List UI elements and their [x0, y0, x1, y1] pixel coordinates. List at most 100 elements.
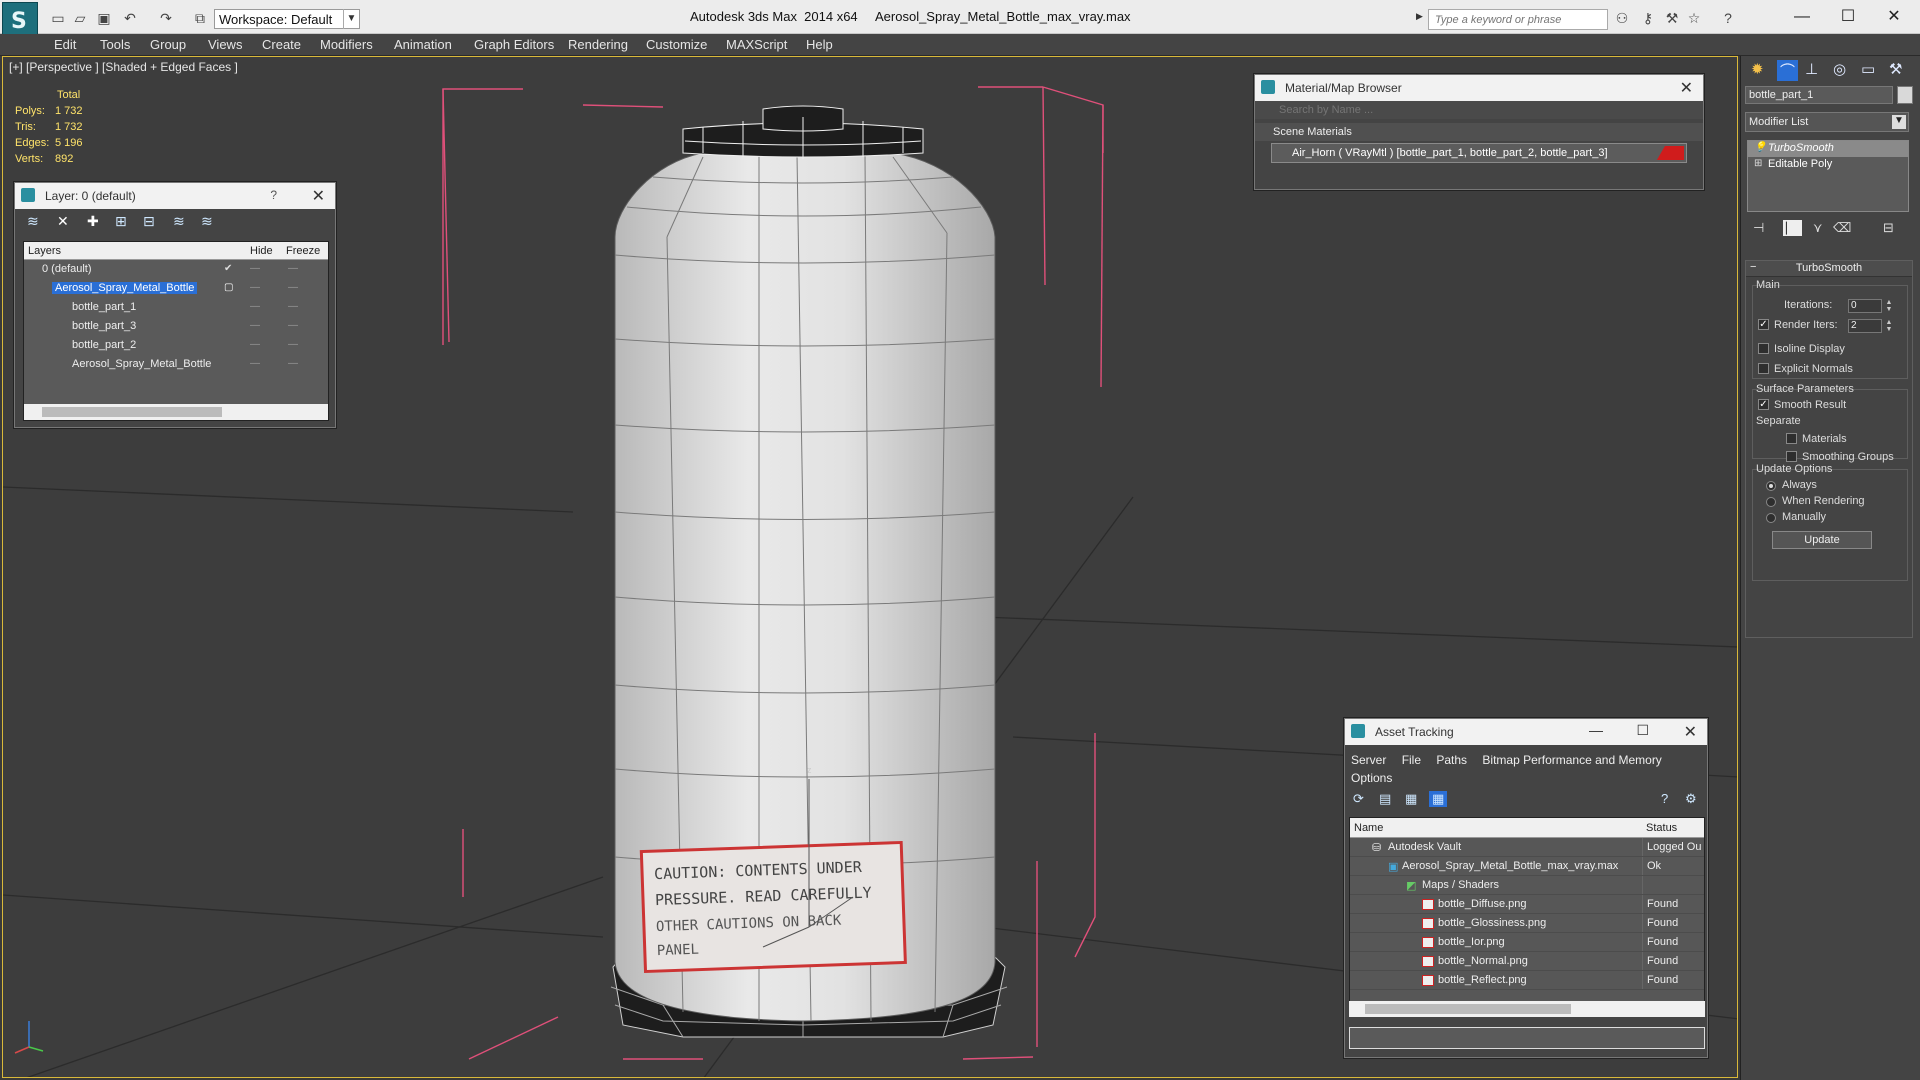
asset-row[interactable]: ◩ Maps / Shaders: [1350, 876, 1704, 895]
menu-create[interactable]: Create: [262, 37, 301, 52]
menu-bitmap-performance[interactable]: Bitmap Performance and Memory: [1482, 753, 1661, 767]
modifier-list-dropdown[interactable]: Modifier List ▼: [1745, 112, 1909, 132]
freeze-toggle[interactable]: —: [288, 263, 298, 274]
keyword-search-input[interactable]: [1428, 9, 1608, 30]
hide-toggle[interactable]: —: [250, 263, 260, 274]
redo-icon[interactable]: ↷: [158, 10, 174, 26]
show-end-result-icon[interactable]: ⎸: [1783, 220, 1803, 236]
menu-animation[interactable]: Animation: [394, 37, 452, 52]
hide-toggle[interactable]: —: [250, 339, 260, 350]
menu-maxscript[interactable]: MAXScript: [726, 37, 787, 52]
layer-manager-panel[interactable]: Layer: 0 (default) ? ✕ ≋ ✕ ✚ ⊞ ⊟ ≋ ≋ Lay…: [14, 182, 336, 428]
update-button[interactable]: Update: [1772, 531, 1872, 549]
list-view-icon[interactable]: ▤: [1379, 791, 1391, 807]
close-icon[interactable]: ✕: [1680, 78, 1693, 98]
thumbnail-view-icon[interactable]: ▦: [1405, 791, 1417, 807]
undo-icon[interactable]: ↶: [122, 10, 138, 26]
refresh-icon[interactable]: ⟳: [1353, 791, 1364, 807]
asset-row[interactable]: ⛁ Autodesk Vault Logged Ou: [1350, 838, 1704, 857]
help-icon[interactable]: ?: [270, 188, 277, 202]
iterations-spinner[interactable]: 0: [1848, 299, 1882, 313]
display-tab-icon[interactable]: ▭: [1861, 60, 1875, 78]
freeze-toggle[interactable]: —: [288, 282, 298, 293]
hierarchy-tab-icon[interactable]: ⊥: [1805, 60, 1818, 78]
save-icon[interactable]: ▣: [96, 10, 112, 26]
asset-tracking-titlebar[interactable]: Asset Tracking — ☐ ✕: [1345, 719, 1707, 745]
stack-item-turbosmooth[interactable]: 💡 TurboSmooth: [1748, 141, 1908, 157]
help-icon[interactable]: ?: [1661, 791, 1668, 806]
minimize-button[interactable]: —: [1589, 722, 1603, 738]
binoculars-icon[interactable]: ⚇: [1614, 10, 1630, 26]
subscription-icon[interactable]: ⚒: [1664, 10, 1680, 26]
lightbulb-icon[interactable]: 💡: [1754, 142, 1766, 153]
menu-edit[interactable]: Edit: [54, 37, 76, 52]
material-item[interactable]: Air_Horn ( VRayMtl ) [bottle_part_1, bot…: [1271, 143, 1687, 163]
asset-row[interactable]: bottle_Glossiness.png Found: [1350, 914, 1704, 933]
layer-row[interactable]: 0 (default) ✔ — —: [24, 260, 328, 279]
render-iters-spinner[interactable]: 2: [1848, 319, 1882, 333]
menu-server[interactable]: Server: [1351, 753, 1386, 767]
project-folder-icon[interactable]: ⧉: [192, 10, 208, 26]
explicit-normals-checkbox[interactable]: [1758, 363, 1769, 374]
material-search-input[interactable]: [1255, 101, 1703, 119]
freeze-toggle[interactable]: —: [288, 301, 298, 312]
layer-row[interactable]: bottle_part_3 — —: [24, 317, 328, 336]
freeze-toggle[interactable]: —: [288, 358, 298, 369]
new-file-icon[interactable]: ▭: [50, 10, 66, 26]
play-icon[interactable]: ▶: [1416, 11, 1426, 27]
smooth-result-checkbox[interactable]: ✓: [1758, 399, 1769, 410]
table-view-icon[interactable]: ▦: [1429, 791, 1448, 807]
chevron-down-icon[interactable]: ▼: [343, 9, 359, 29]
hide-all-icon[interactable]: ≋: [173, 213, 185, 230]
maximize-button[interactable]: ☐: [1826, 6, 1870, 28]
isoline-checkbox[interactable]: [1758, 343, 1769, 354]
motion-tab-icon[interactable]: ◎: [1833, 60, 1846, 78]
when-rendering-radio[interactable]: [1766, 497, 1776, 507]
freeze-toggle[interactable]: —: [288, 320, 298, 331]
close-window-button[interactable]: ✕: [1872, 6, 1916, 28]
layer-horizontal-scrollbar[interactable]: [24, 404, 328, 420]
menu-customize[interactable]: Customize: [646, 37, 707, 52]
asset-row[interactable]: bottle_Ior.png Found: [1350, 933, 1704, 952]
hide-toggle[interactable]: —: [250, 320, 260, 331]
col-freeze[interactable]: Freeze: [286, 245, 320, 257]
col-hide[interactable]: Hide: [250, 245, 273, 257]
menu-modifiers[interactable]: Modifiers: [320, 37, 373, 52]
chevron-down-icon[interactable]: ▼: [1892, 115, 1906, 129]
freeze-all-icon[interactable]: ≋: [201, 213, 213, 230]
close-icon[interactable]: ✕: [1684, 722, 1697, 742]
close-icon[interactable]: ✕: [312, 186, 325, 206]
asset-path-field[interactable]: [1349, 1027, 1705, 1049]
render-iters-checkbox[interactable]: ✓: [1758, 319, 1769, 330]
menu-paths[interactable]: Paths: [1436, 753, 1467, 767]
menu-rendering[interactable]: Rendering: [568, 37, 628, 52]
create-layer-icon[interactable]: ≋: [27, 213, 39, 230]
layer-row[interactable]: Aerosol_Spray_Metal_Bottle ▢ — —: [24, 279, 328, 298]
pin-stack-icon[interactable]: ⊣: [1753, 220, 1764, 236]
configure-sets-icon[interactable]: ⊟: [1883, 220, 1894, 236]
open-file-icon[interactable]: ▱: [72, 10, 88, 26]
materials-checkbox[interactable]: [1786, 433, 1797, 444]
menu-group[interactable]: Group: [150, 37, 186, 52]
hide-toggle[interactable]: —: [250, 301, 260, 312]
favorites-star-icon[interactable]: ☆: [1686, 10, 1702, 26]
asset-row[interactable]: bottle_Reflect.png Found: [1350, 971, 1704, 990]
make-unique-icon[interactable]: ⋎: [1813, 220, 1823, 236]
menu-graph-editors[interactable]: Graph Editors: [474, 37, 554, 52]
scene-materials-section[interactable]: Scene Materials: [1255, 123, 1703, 141]
menu-options[interactable]: Options: [1351, 771, 1392, 785]
add-to-layer-icon[interactable]: ✚: [87, 213, 99, 230]
select-objects-icon[interactable]: ⊞: [115, 213, 127, 230]
layer-row[interactable]: bottle_part_2 — —: [24, 336, 328, 355]
col-layers[interactable]: Layers: [28, 245, 61, 257]
utilities-tab-icon[interactable]: ⚒: [1889, 60, 1902, 78]
layer-row[interactable]: Aerosol_Spray_Metal_Bottle — —: [24, 355, 328, 374]
collapse-icon[interactable]: −: [1750, 261, 1756, 273]
spinner-arrows-icon[interactable]: ▲ ▼: [1884, 319, 1894, 333]
freeze-toggle[interactable]: —: [288, 339, 298, 350]
scrollbar-thumb[interactable]: [42, 407, 222, 417]
menu-views[interactable]: Views: [208, 37, 242, 52]
remove-modifier-icon[interactable]: ⌫: [1833, 220, 1851, 236]
stack-item-editable-poly[interactable]: ⊞ Editable Poly: [1748, 157, 1908, 173]
smoothing-groups-checkbox[interactable]: [1786, 451, 1797, 462]
